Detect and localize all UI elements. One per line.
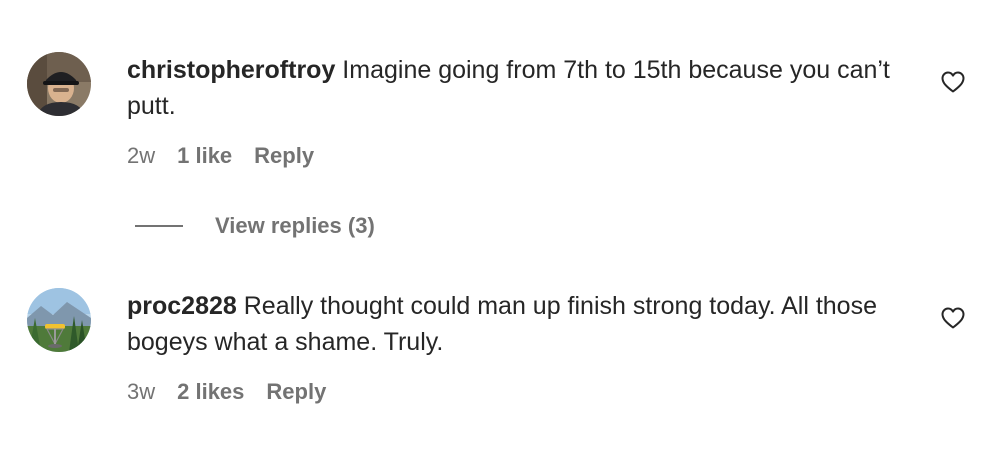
like-heart-icon[interactable] [940, 306, 966, 330]
comment-username[interactable]: christopheroftroy [127, 56, 335, 84]
comment-likes[interactable]: 2 likes [177, 379, 244, 404]
user-avatar-icon [27, 288, 91, 352]
comment-meta: 2w 1 like Reply [127, 142, 314, 170]
comment-username[interactable]: proc2828 [127, 292, 237, 320]
view-replies-label: View replies (3) [215, 213, 375, 238]
reply-button[interactable]: Reply [266, 379, 326, 404]
avatar[interactable] [27, 288, 91, 352]
view-replies-button[interactable]: View replies (3) [135, 208, 375, 244]
comment-meta: 3w 2 likes Reply [127, 378, 326, 406]
like-heart-icon[interactable] [940, 70, 966, 94]
reply-button[interactable]: Reply [254, 143, 314, 168]
view-replies-divider [135, 225, 183, 227]
comment-body: Really thought could man up finish stron… [127, 292, 877, 356]
user-avatar-icon [27, 52, 91, 116]
comment-text: christopheroftroy Imagine going from 7th… [127, 52, 917, 124]
comment-text: proc2828 Really thought could man up fin… [127, 288, 917, 360]
comment-time[interactable]: 2w [127, 143, 155, 168]
avatar[interactable] [27, 52, 91, 116]
comment-likes[interactable]: 1 like [177, 143, 232, 168]
comment-time[interactable]: 3w [127, 379, 155, 404]
